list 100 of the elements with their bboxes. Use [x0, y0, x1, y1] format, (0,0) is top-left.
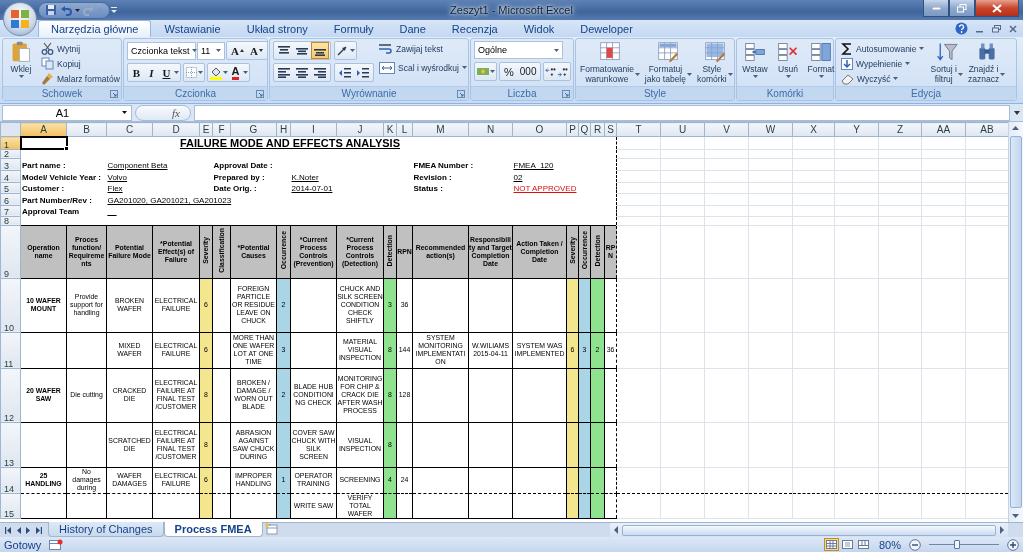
- row-header[interactable]: 8: [0, 216, 21, 225]
- ribbon-tab[interactable]: Narzędzia główne: [38, 20, 152, 37]
- ribbon-tab[interactable]: Układ strony: [233, 20, 321, 37]
- vertical-scrollbar[interactable]: [1008, 122, 1023, 522]
- ribbon-tab[interactable]: Widok: [510, 20, 568, 37]
- merge-center-button[interactable]: Scal i wyśrodkuj: [377, 60, 469, 75]
- ribbon-tab[interactable]: Dane: [386, 20, 439, 37]
- row-header[interactable]: 7: [0, 205, 21, 216]
- zoom-slider[interactable]: [929, 540, 999, 549]
- row-header[interactable]: 9: [0, 225, 21, 278]
- column-header[interactable]: AA: [921, 122, 966, 137]
- editing-button[interactable]: Znajdź i zaznacz: [966, 41, 1007, 86]
- column-header[interactable]: Y: [834, 122, 879, 137]
- editing-button[interactable]: Wyczyść: [839, 71, 927, 86]
- dialog-launcher-icon[interactable]: [457, 90, 465, 98]
- column-header[interactable]: M: [412, 122, 469, 137]
- minimize-button[interactable]: [923, 0, 949, 17]
- ribbon-tab[interactable]: Deweloper: [567, 20, 646, 37]
- style-button[interactable]: Style komórki: [696, 41, 734, 86]
- cells-button[interactable]: Wstaw: [740, 41, 770, 86]
- grow-font-button[interactable]: A: [228, 42, 247, 59]
- decrease-indent-icon: [339, 67, 351, 78]
- horizontal-scrollbar[interactable]: [610, 523, 1008, 537]
- thousands-button[interactable]: 000: [516, 63, 540, 80]
- row-header[interactable]: 10: [0, 278, 21, 332]
- style-button[interactable]: Formatowanie warunkowe: [579, 41, 641, 86]
- italic-button[interactable]: I: [144, 64, 159, 81]
- help-icon[interactable]: [955, 22, 968, 35]
- column-header[interactable]: C: [106, 122, 153, 137]
- column-header[interactable]: V: [704, 122, 749, 137]
- percent-button[interactable]: %: [501, 63, 517, 80]
- column-header[interactable]: AB: [965, 122, 1008, 137]
- row-header[interactable]: 2: [0, 149, 21, 158]
- editing-button[interactable]: Sortuj i filtruj: [929, 41, 964, 86]
- dialog-launcher-icon[interactable]: [256, 90, 264, 98]
- editing-button[interactable]: Wypełnienie: [839, 56, 927, 71]
- dialog-launcher-icon[interactable]: [562, 90, 570, 98]
- name-box[interactable]: A1: [2, 104, 132, 121]
- column-header[interactable]: N: [468, 122, 513, 137]
- column-header[interactable]: G: [230, 122, 277, 137]
- column-header[interactable]: U: [660, 122, 705, 137]
- insert-function-button[interactable]: fx: [135, 104, 191, 121]
- clipboard-button[interactable]: Kopiuj: [39, 56, 122, 71]
- ribbon-tab[interactable]: Wstawianie: [151, 20, 234, 37]
- column-header[interactable]: Z: [878, 122, 922, 137]
- bold-button[interactable]: B: [129, 64, 144, 81]
- column-header[interactable]: J: [336, 122, 384, 137]
- wrap-text-button[interactable]: Zawijaj tekst: [377, 41, 469, 56]
- column-header[interactable]: X: [792, 122, 835, 137]
- font-name-field[interactable]: Czcionka tekst: [127, 41, 196, 60]
- row-header[interactable]: 13: [0, 422, 21, 467]
- clipboard-button[interactable]: Wytnij: [39, 41, 122, 56]
- ribbon-tab[interactable]: Formuły: [320, 20, 387, 37]
- underline-button[interactable]: U: [159, 64, 174, 81]
- dialog-launcher-icon[interactable]: [110, 90, 118, 98]
- row-header[interactable]: 11: [0, 332, 21, 368]
- zoom-out-icon[interactable]: [909, 538, 921, 551]
- number-format-field[interactable]: Ogólne: [474, 41, 563, 59]
- view-button[interactable]: [823, 538, 839, 551]
- cells-button[interactable]: Format: [806, 41, 836, 86]
- view-button[interactable]: [855, 538, 871, 551]
- increase-indent-icon: [357, 67, 369, 78]
- close-button[interactable]: [975, 0, 1019, 17]
- column-header[interactable]: T: [616, 122, 661, 137]
- fill-down-icon: [841, 57, 853, 70]
- font-color-button[interactable]: A: [228, 64, 243, 81]
- clipboard-button[interactable]: Malarz formatów: [39, 71, 122, 86]
- formula-input[interactable]: [194, 104, 1010, 121]
- zoom-in-icon[interactable]: [1007, 538, 1019, 551]
- column-header[interactable]: B: [66, 122, 107, 137]
- style-button[interactable]: Formatuj jako tabelę: [643, 41, 693, 86]
- restore-button[interactable]: [949, 0, 975, 17]
- sheet-tab[interactable]: Process FMEA: [163, 522, 263, 537]
- fill-color-icon: [209, 65, 223, 80]
- increase-decimal-icon: [545, 65, 558, 78]
- row-header[interactable]: 12: [0, 368, 21, 422]
- row-header[interactable]: 14: [0, 467, 21, 493]
- column-header[interactable]: D: [152, 122, 200, 137]
- column-header[interactable]: W: [748, 122, 793, 137]
- row-header[interactable]: 5: [0, 182, 21, 193]
- ribbon-tab[interactable]: Recenzja: [438, 20, 511, 37]
- font-size-field[interactable]: 11: [197, 41, 225, 60]
- paste-button[interactable]: Wklej: [6, 41, 36, 86]
- selected-cell[interactable]: [20, 136, 67, 149]
- editing-button[interactable]: Autosumowanie: [839, 41, 927, 56]
- column-header[interactable]: I: [290, 122, 337, 137]
- column-header[interactable]: A: [20, 122, 67, 137]
- column-header[interactable]: O: [512, 122, 567, 137]
- workbook-close-icon[interactable]: [1009, 24, 1017, 33]
- cells-button[interactable]: Usuń: [773, 41, 803, 86]
- zoom-slider-thumb[interactable]: [954, 540, 960, 549]
- vertical-align-button[interactable]: [311, 42, 329, 59]
- view-button[interactable]: [839, 538, 855, 551]
- merge-cells-icon: [379, 61, 395, 74]
- workbook-restore-icon[interactable]: [992, 24, 1001, 33]
- sheet-tab[interactable]: History of Changes: [48, 522, 164, 537]
- align-top-icon: [278, 45, 290, 56]
- window-title: Zeszyt1 - Microsoft Excel: [449, 4, 574, 16]
- shrink-font-button[interactable]: A: [246, 42, 266, 59]
- row-header[interactable]: 15: [0, 493, 21, 518]
